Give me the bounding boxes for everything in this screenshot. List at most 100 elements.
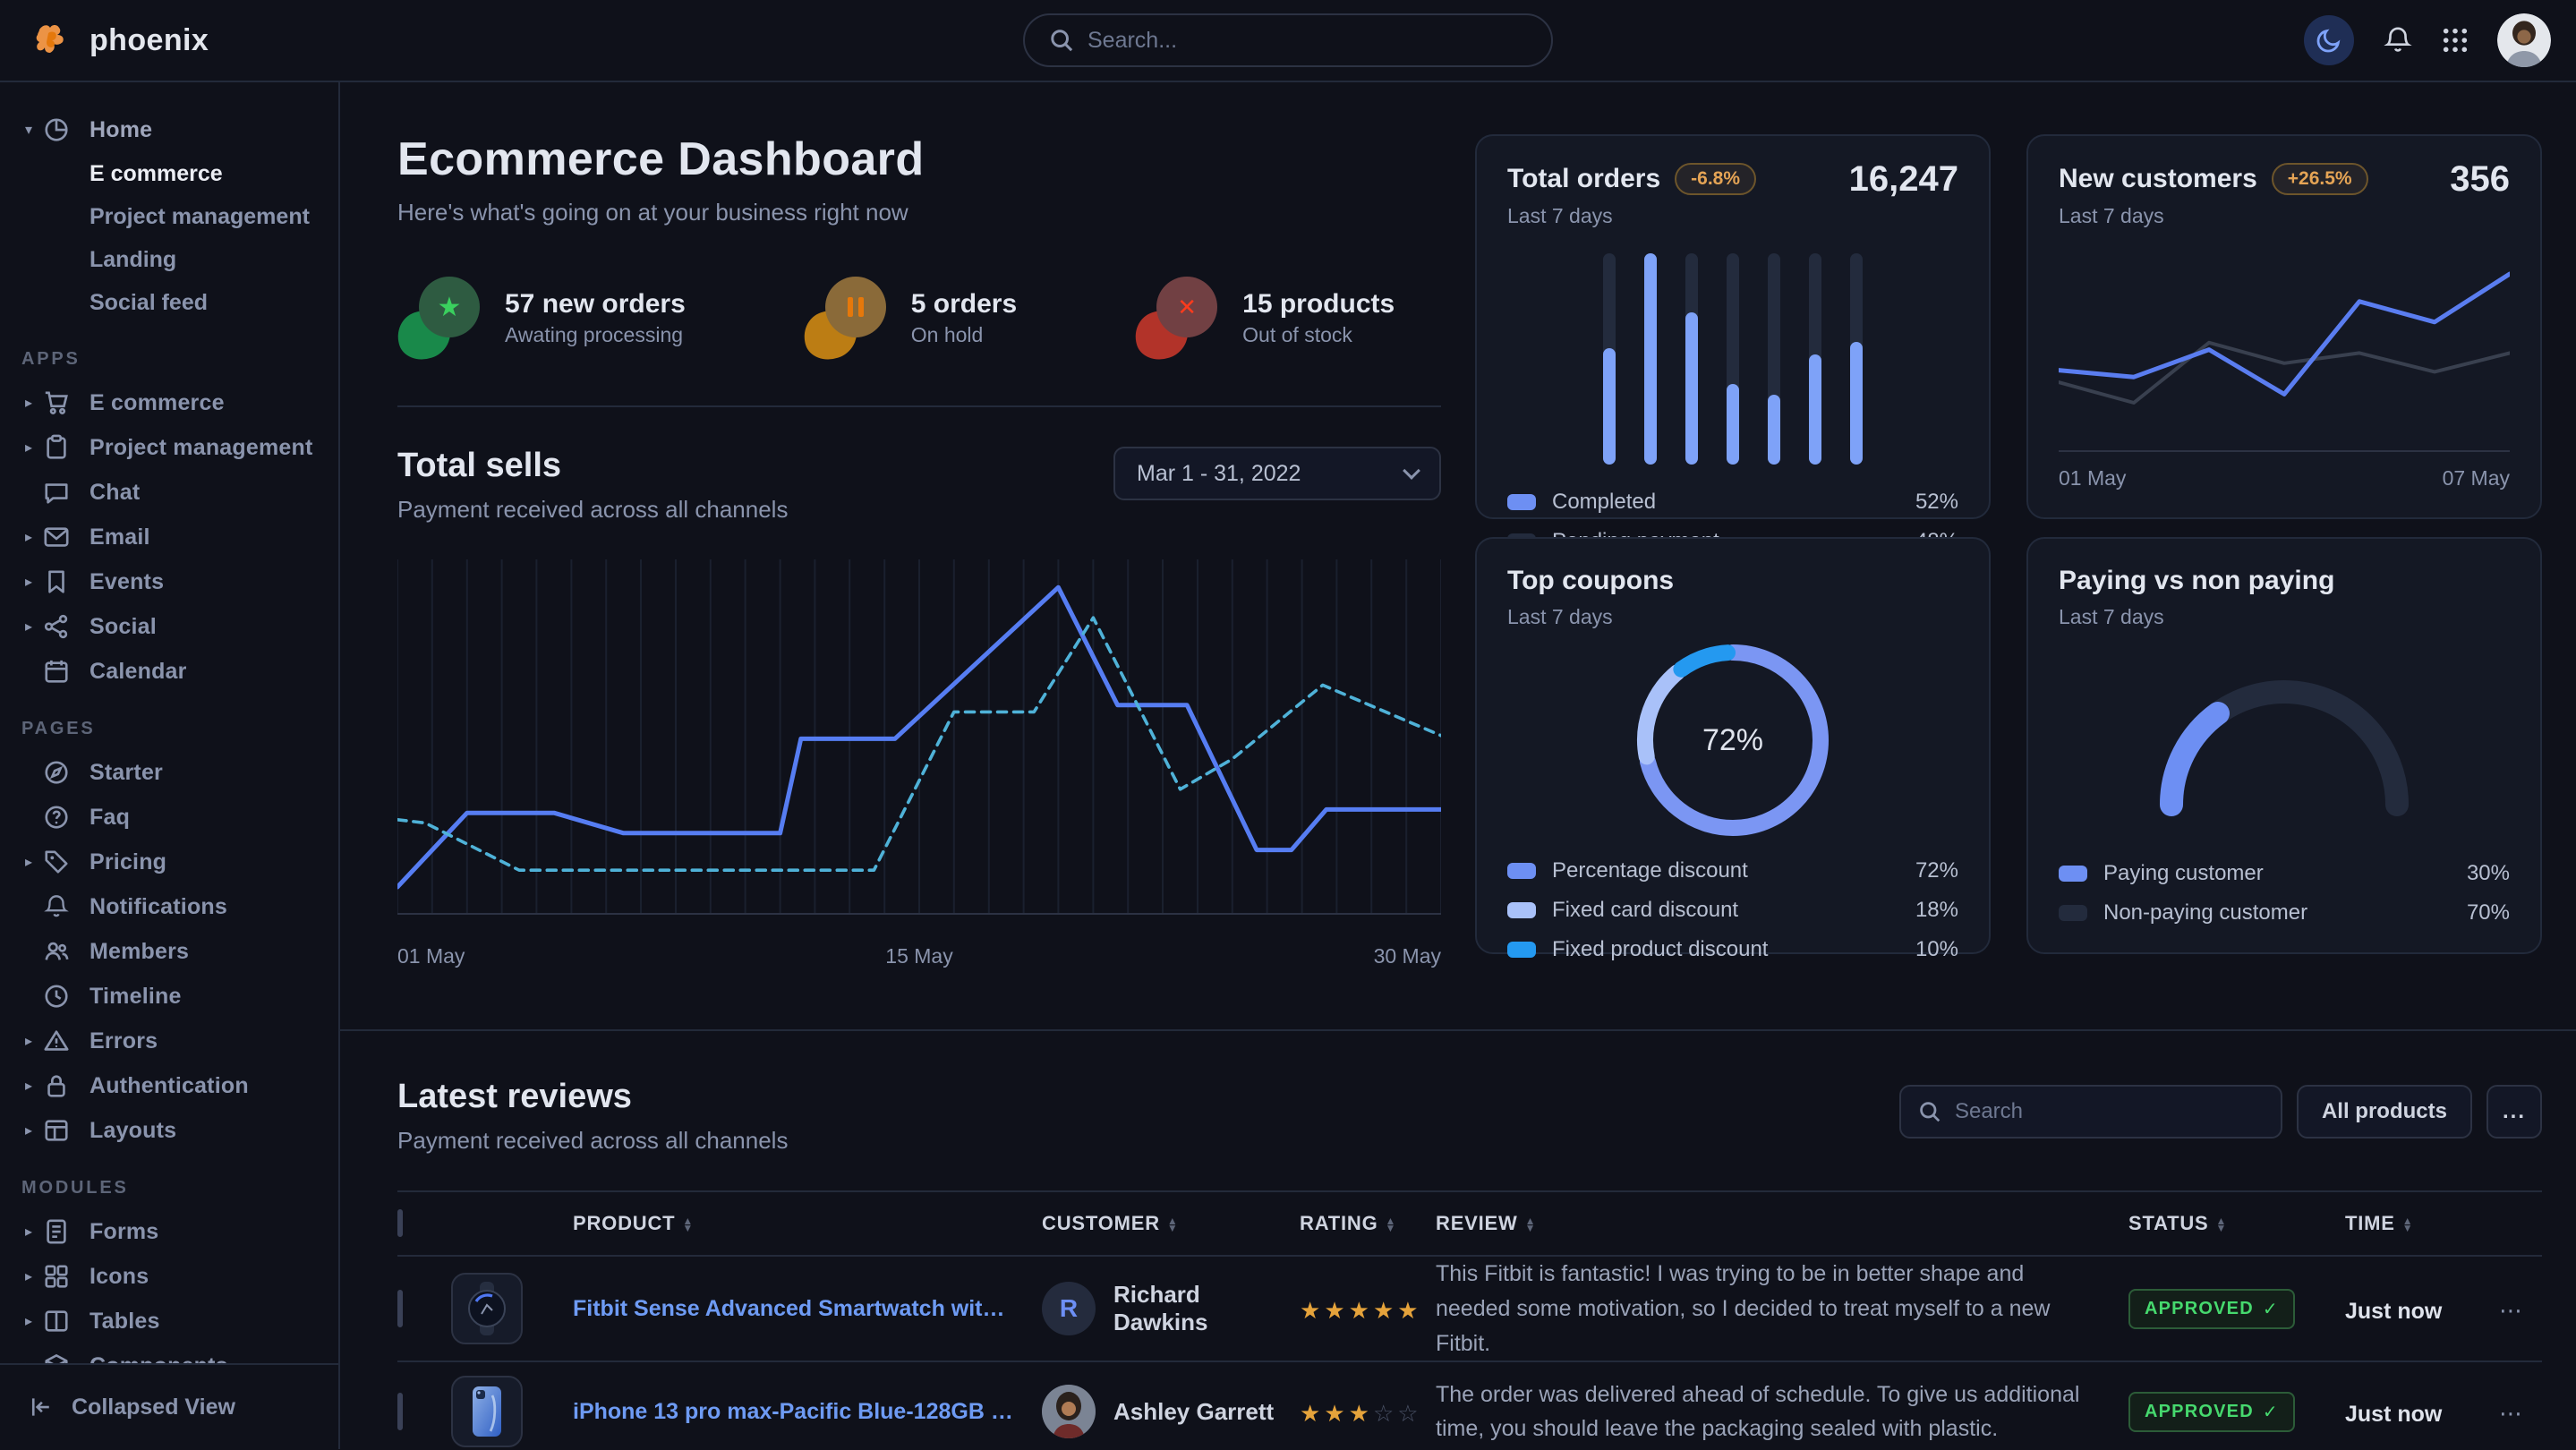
status-badge: APPROVED✓ [2128,1289,2295,1329]
section-label-apps: APPS [21,349,338,370]
sidebar-item-authentication[interactable]: ▸ Authentication [0,1063,338,1108]
sidebar-item-components[interactable]: ▸ Components [0,1343,338,1363]
sidebar-item-ecommerce-home[interactable]: E commerce [0,152,338,195]
star-blob-icon: ★ [397,277,480,359]
total-sells-subtitle: Payment received across all channels [397,496,788,524]
change-badge: +26.5% [2272,163,2368,195]
row-checkbox[interactable] [397,1290,403,1327]
column-rating[interactable]: RATING▲▼ [1300,1191,1436,1256]
bell-icon [43,893,73,920]
reviews-search-input[interactable] [1955,1099,2263,1124]
clock-icon [43,983,73,1010]
customers-line-chart: 01 May 07 May [2059,228,2510,490]
product-thumbnail-iphone[interactable] [451,1376,523,1447]
sidebar-item-forms[interactable]: ▸ Forms [0,1209,338,1254]
column-review[interactable]: REVIEW▲▼ [1436,1191,2128,1256]
sort-icon: ▲▼ [1525,1217,1537,1232]
column-customer[interactable]: CUSTOMER▲▼ [1042,1191,1300,1256]
caret-right-icon: ▸ [18,1357,39,1363]
caret-down-icon: ▾ [18,121,39,139]
sidebar-item-timeline[interactable]: Timeline [0,974,338,1019]
sidebar-item-home[interactable]: ▾ Home [0,107,338,152]
reviews-more-button[interactable]: ... [2486,1085,2542,1139]
all-products-button[interactable]: All products [2297,1085,2472,1139]
row-checkbox[interactable] [397,1393,403,1430]
sidebar-item-social[interactable]: ▸ Social [0,604,338,649]
collapse-arrow-icon [29,1395,54,1420]
date-range-select[interactable]: Mar 1 - 31, 2022 [1113,447,1441,500]
sidebar-item-layouts[interactable]: ▸ Layouts [0,1108,338,1153]
cube-icon [43,1352,73,1363]
nine-dots-grid-icon [2442,27,2469,54]
notifications-button[interactable] [2383,25,2413,55]
table-columns-icon [43,1308,73,1335]
apps-menu-button[interactable] [2442,27,2469,54]
caret-right-icon: ▸ [18,1077,39,1095]
cart-icon [43,389,73,416]
stat-new-orders: ★ 57 new orders Awating processing [397,277,686,359]
sidebar-item-icons[interactable]: ▸ Icons [0,1254,338,1299]
user-avatar[interactable] [2497,13,2551,67]
navbar-search-input[interactable] [1088,28,1526,54]
check-icon: ✓ [2263,1401,2279,1423]
section-label-pages: PAGES [21,719,338,739]
section-label-modules: MODULES [21,1178,338,1198]
sort-icon: ▲▼ [2402,1217,2414,1232]
dark-mode-toggle[interactable] [2304,15,2354,65]
row-menu-button[interactable]: ⋯ [2499,1297,2524,1324]
brand-logo[interactable]: phoenix [0,19,340,62]
navbar-search[interactable] [1023,13,1553,67]
row-menu-button[interactable]: ⋯ [2499,1400,2524,1427]
reviews-title: Latest reviews [397,1078,788,1116]
product-thumbnail-smartwatch[interactable] [451,1273,523,1344]
caret-right-icon: ▸ [18,573,39,591]
sidebar-item-faq[interactable]: Faq [0,795,338,840]
collapse-sidebar-button[interactable]: Collapsed View [0,1363,338,1449]
status-badge: APPROVED✓ [2128,1392,2295,1432]
reviews-search[interactable] [1899,1085,2282,1139]
sidebar-item-email[interactable]: ▸ Email [0,515,338,559]
sidebar-item-calendar[interactable]: Calendar [0,649,338,694]
product-link[interactable]: Fitbit Sense Advanced Smartwatch with To… [573,1296,1042,1322]
clipboard-icon [43,434,73,461]
review-text: The order was delivered ahead of schedul… [1436,1378,2128,1447]
sidebar-item-tables[interactable]: ▸ Tables [0,1299,338,1343]
select-all-checkbox[interactable] [397,1209,403,1237]
sort-icon: ▲▼ [682,1217,694,1232]
total-orders-value: 16,247 [1849,159,1958,200]
legend-swatch [2059,905,2087,921]
customer-avatar[interactable] [1042,1385,1096,1438]
chat-bubble-icon [43,479,73,506]
total-sells-chart: 01 May 15 May 30 May [397,559,1441,968]
column-status[interactable]: STATUS▲▼ [2128,1191,2345,1256]
lock-icon [43,1072,73,1099]
sidebar-item-pricing[interactable]: ▸ Pricing [0,840,338,884]
sidebar-item-notifications[interactable]: Notifications [0,884,338,929]
phoenix-flame-icon [32,19,75,62]
search-icon [1919,1101,1941,1122]
sidebar-item-social-feed[interactable]: Social feed [0,281,338,324]
caret-right-icon: ▸ [18,528,39,546]
caret-right-icon: ▸ [18,1312,39,1330]
sidebar-item-chat[interactable]: Chat [0,470,338,515]
sidebar-item-starter[interactable]: Starter [0,750,338,795]
envelope-icon [43,524,73,550]
sort-icon: ▲▼ [1386,1217,1397,1232]
share-nodes-icon [43,613,73,640]
customer-avatar[interactable]: R [1042,1282,1096,1335]
sidebar-item-events[interactable]: ▸ Events [0,559,338,604]
sidebar-item-project-management-home[interactable]: Project management [0,195,338,238]
sidebar-item-ecommerce-app[interactable]: ▸ E commerce [0,380,338,425]
column-time[interactable]: TIME▲▼ [2345,1191,2499,1256]
caret-right-icon: ▸ [18,1223,39,1241]
sidebar-item-landing[interactable]: Landing [0,238,338,281]
review-text: This Fitbit is fantastic! I was trying t… [1436,1257,2128,1360]
product-link[interactable]: iPhone 13 pro max-Pacific Blue-128GB sto… [573,1399,1042,1425]
column-product[interactable]: PRODUCT▲▼ [573,1191,1042,1256]
paying-vs-nonpaying-card: Paying vs non paying Last 7 days Paying … [2026,537,2542,954]
compass-icon [43,759,73,786]
reviews-table: PRODUCT▲▼ CUSTOMER▲▼ RATING▲▼ REVIEW▲▼ S… [397,1190,2542,1449]
sidebar-item-errors[interactable]: ▸ Errors [0,1019,338,1063]
sidebar-item-project-management-app[interactable]: ▸ Project management [0,425,338,470]
sidebar-item-members[interactable]: Members [0,929,338,974]
